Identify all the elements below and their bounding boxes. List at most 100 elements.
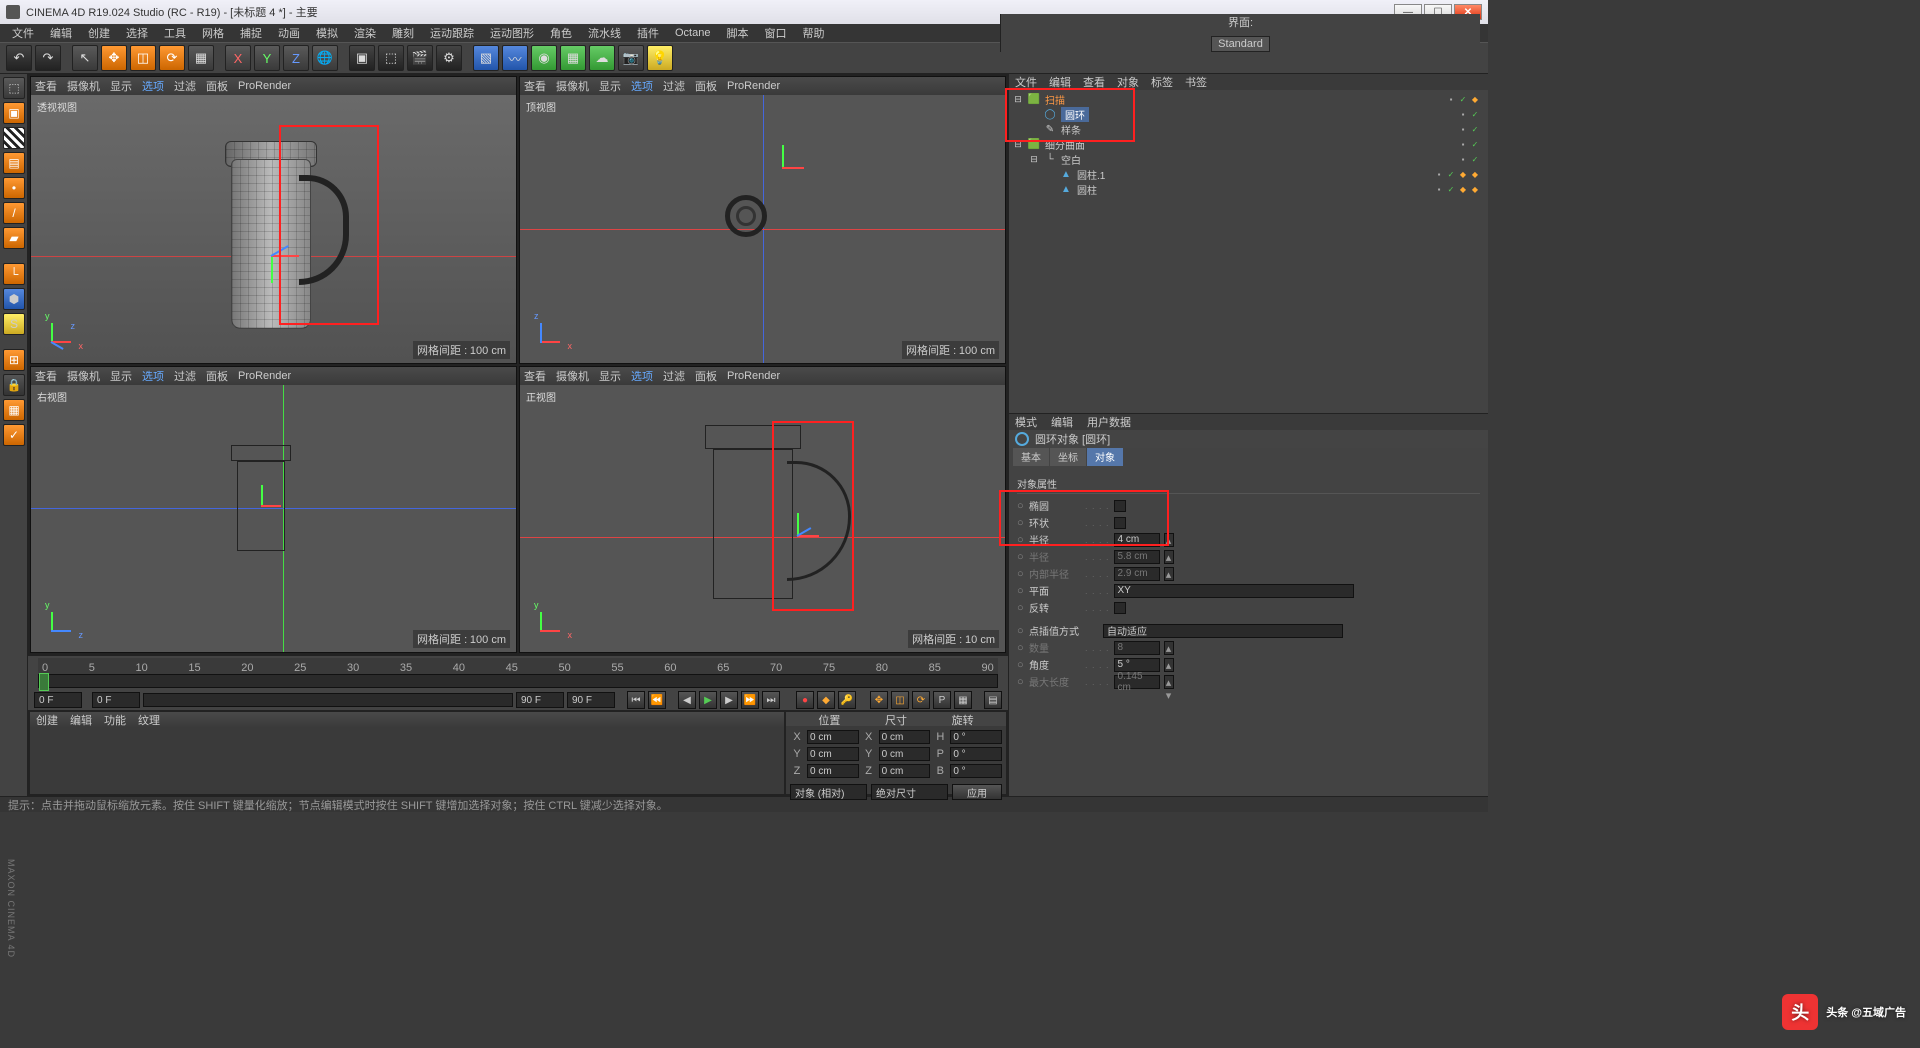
- lock-x-icon[interactable]: X: [225, 45, 251, 71]
- goto-end-icon[interactable]: ⏭: [762, 691, 780, 709]
- render-pv-icon[interactable]: 🎬: [407, 45, 433, 71]
- generator-icon[interactable]: ◉: [531, 45, 557, 71]
- autokey-icon[interactable]: ◆: [817, 691, 835, 709]
- attr-select[interactable]: XY: [1114, 584, 1354, 598]
- vp-menu-item[interactable]: 过滤: [663, 78, 685, 94]
- lock-z-icon[interactable]: Z: [283, 45, 309, 71]
- vp-menu-item[interactable]: 选项: [142, 78, 164, 94]
- viewport-right[interactable]: 查看摄像机显示选项过滤面板ProRender 右视图 ✥⤢⟳⊞ yz 网格间距 …: [30, 366, 517, 654]
- record-icon[interactable]: ●: [796, 691, 814, 709]
- objmenu-item[interactable]: 编辑: [1049, 74, 1071, 90]
- vp-menu-item[interactable]: 显示: [599, 78, 621, 94]
- move-tool-icon[interactable]: ✥: [101, 45, 127, 71]
- render-region-icon[interactable]: ⬚: [378, 45, 404, 71]
- menu-item[interactable]: 雕刻: [386, 25, 420, 41]
- objmenu-item[interactable]: 对象: [1117, 74, 1139, 90]
- redo-icon[interactable]: ↷: [35, 45, 61, 71]
- vp-menu-item[interactable]: 面板: [695, 78, 717, 94]
- tree-node[interactable]: ◯圆环▪✓: [1009, 107, 1488, 122]
- mesh-check-icon[interactable]: ✓: [3, 424, 25, 446]
- quantize-icon[interactable]: ⊞: [3, 349, 25, 371]
- camera-icon[interactable]: 📷: [618, 45, 644, 71]
- vp-menu-item[interactable]: 过滤: [174, 78, 196, 94]
- matmenu-item[interactable]: 编辑: [70, 712, 92, 728]
- menu-item[interactable]: 插件: [631, 25, 665, 41]
- attrmenu-item[interactable]: 编辑: [1051, 414, 1073, 430]
- apply-button[interactable]: 应用: [952, 784, 1002, 800]
- attr-num-input[interactable]: 5 °: [1114, 658, 1160, 672]
- matmenu-item[interactable]: 纹理: [138, 712, 160, 728]
- coord-pos-input[interactable]: [807, 730, 859, 744]
- tree-node[interactable]: ⊟└空白▪✓: [1009, 152, 1488, 167]
- undo-icon[interactable]: ↶: [6, 45, 32, 71]
- play-icon[interactable]: ▶: [699, 691, 717, 709]
- menu-item[interactable]: 选择: [120, 25, 154, 41]
- poly-mode-icon[interactable]: ▰: [3, 227, 25, 249]
- viewport-front[interactable]: 查看摄像机显示选项过滤面板ProRender 正视图 ✥⤢⟳⊞ yx 网格间距 …: [519, 366, 1006, 654]
- play-back-icon[interactable]: ◀: [678, 691, 696, 709]
- timeline-marker[interactable]: [39, 673, 49, 691]
- tree-node[interactable]: ⊟🟩扫描▪✓◆: [1009, 92, 1488, 107]
- coord-pos-input[interactable]: [807, 764, 859, 778]
- attr-num-input[interactable]: 5.8 cm: [1114, 550, 1160, 564]
- axis-tool-icon[interactable]: └: [3, 263, 25, 285]
- workplane-icon[interactable]: ▤: [3, 152, 25, 174]
- vp-menu-item[interactable]: 面板: [206, 368, 228, 384]
- menu-item[interactable]: 运动跟踪: [424, 25, 480, 41]
- vp-menu-item[interactable]: 查看: [35, 78, 57, 94]
- vp-menu-item[interactable]: ProRender: [727, 80, 780, 92]
- menu-item[interactable]: 网格: [196, 25, 230, 41]
- dope-sheet-icon[interactable]: ▤: [984, 691, 1002, 709]
- menu-item[interactable]: 流水线: [582, 25, 627, 41]
- vp-menu-item[interactable]: 过滤: [174, 368, 196, 384]
- menu-item[interactable]: 捕捉: [234, 25, 268, 41]
- menu-item[interactable]: 编辑: [44, 25, 78, 41]
- lock-y-icon[interactable]: Y: [254, 45, 280, 71]
- cube-primitive-icon[interactable]: ▧: [473, 45, 499, 71]
- menu-item[interactable]: 渲染: [348, 25, 382, 41]
- timeline-max2[interactable]: 90 F: [567, 692, 615, 708]
- vp-menu-item[interactable]: 查看: [35, 368, 57, 384]
- vp-menu-item[interactable]: 摄像机: [556, 368, 589, 384]
- play-forward-icon[interactable]: ▶: [720, 691, 738, 709]
- coord-size-input[interactable]: [879, 764, 931, 778]
- vp-menu-item[interactable]: 显示: [599, 368, 621, 384]
- matmenu-item[interactable]: 创建: [36, 712, 58, 728]
- timeline-range-scrub[interactable]: [143, 693, 513, 707]
- coord-size-input[interactable]: [879, 747, 931, 761]
- menu-item[interactable]: 角色: [544, 25, 578, 41]
- vp-menu-item[interactable]: 选项: [631, 78, 653, 94]
- tree-node[interactable]: ▲圆柱.1▪✓◆◆: [1009, 167, 1488, 182]
- coord-size-input[interactable]: [879, 730, 931, 744]
- attr-num-input[interactable]: 8: [1114, 641, 1160, 655]
- vp-menu-item[interactable]: 选项: [142, 368, 164, 384]
- attr-num-input[interactable]: 2.9 cm: [1114, 567, 1160, 581]
- render-settings-icon[interactable]: ⚙: [436, 45, 462, 71]
- menu-item[interactable]: 运动图形: [484, 25, 540, 41]
- menu-item[interactable]: 文件: [6, 25, 40, 41]
- attrmenu-item[interactable]: 模式: [1015, 414, 1037, 430]
- tab-basic[interactable]: 基本: [1013, 448, 1049, 466]
- vp-menu-item[interactable]: 显示: [110, 78, 132, 94]
- texture-mode-icon[interactable]: [3, 127, 25, 149]
- keyframe-icon[interactable]: 🔑: [838, 691, 856, 709]
- deformer-icon[interactable]: ▦: [560, 45, 586, 71]
- vp-menu-item[interactable]: 显示: [110, 368, 132, 384]
- spinner[interactable]: ▴▾: [1164, 641, 1174, 655]
- spinner[interactable]: ▴▾: [1164, 675, 1174, 689]
- menu-item[interactable]: 动画: [272, 25, 306, 41]
- coord-system-icon[interactable]: 🌐: [312, 45, 338, 71]
- coord-rot-input[interactable]: [950, 764, 1002, 778]
- goto-nextkey-icon[interactable]: ⏩: [741, 691, 759, 709]
- vp-menu-item[interactable]: 摄像机: [556, 78, 589, 94]
- timeline-min[interactable]: 0 F: [92, 692, 140, 708]
- attr-num-input[interactable]: 4 cm: [1114, 533, 1160, 547]
- vp-menu-item[interactable]: 摄像机: [67, 78, 100, 94]
- tree-node[interactable]: ⊟🟩细分曲面▪✓: [1009, 137, 1488, 152]
- vp-menu-item[interactable]: 摄像机: [67, 368, 100, 384]
- coord-rot-input[interactable]: [950, 730, 1002, 744]
- coord-mode-select[interactable]: 对象 (相对): [790, 784, 867, 800]
- attr-checkbox[interactable]: [1114, 602, 1126, 614]
- viewport-solo-icon[interactable]: ▦: [3, 399, 25, 421]
- vp-menu-item[interactable]: 查看: [524, 368, 546, 384]
